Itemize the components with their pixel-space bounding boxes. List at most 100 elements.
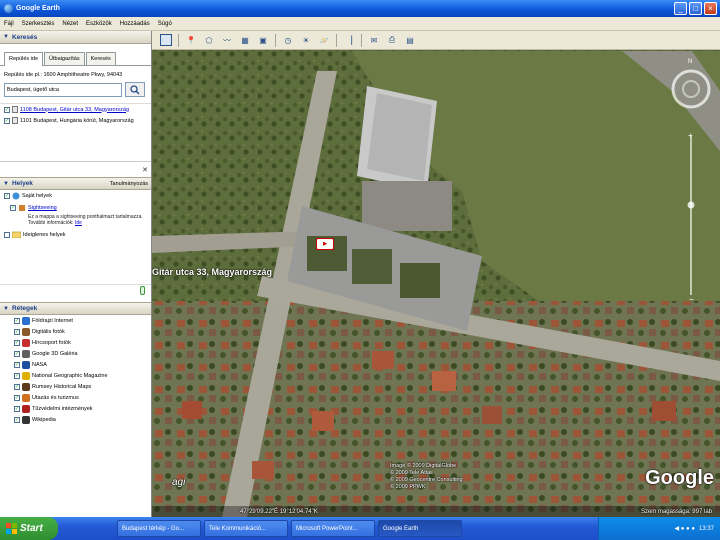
svg-text:+: + xyxy=(688,131,693,140)
ruler-icon[interactable]: ▕ xyxy=(343,34,355,46)
taskbar-window-button[interactable]: Microsoft PowerPoint... xyxy=(291,520,375,537)
menu-view[interactable]: Nézet xyxy=(58,21,82,27)
imagery-credits: Image © 2009 DigitalGlobe © 2009 Tele At… xyxy=(390,463,463,490)
tree-item[interactable]: ✓ Saját helyek xyxy=(0,190,151,202)
tree-checkbox[interactable]: ✓ xyxy=(10,205,16,211)
layer-item[interactable]: ✓ Utazás és turizmus xyxy=(10,392,151,403)
layer-icon xyxy=(22,382,30,391)
layer-item[interactable]: ✓ Wikipedia xyxy=(10,414,151,425)
layer-label: Google 3D Galéria xyxy=(32,350,78,357)
layer-item[interactable]: ✓ NASA xyxy=(10,359,151,370)
search-input[interactable] xyxy=(4,82,122,97)
tray-icons: ◀ ● ● ● xyxy=(674,526,695,532)
scroll-handle-icon[interactable] xyxy=(140,286,145,295)
layer-checkbox[interactable]: ✓ xyxy=(14,361,20,368)
result-checkbox[interactable]: ✓ xyxy=(4,117,10,124)
layer-icon xyxy=(22,338,30,347)
layer-icon xyxy=(22,349,30,358)
layer-item[interactable]: ✓ Hírcsoport fotók xyxy=(10,337,151,348)
map-view[interactable]: ▶ Gitár utca 33, Magyarország N + − agi … xyxy=(152,31,720,517)
layer-item[interactable]: ✓ Google 3D Galéria xyxy=(10,348,151,359)
sunlight-icon[interactable]: ☀ xyxy=(300,34,312,46)
globe-icon xyxy=(12,192,20,200)
layer-item[interactable]: ✓ National Geographic Magazine xyxy=(10,370,151,381)
layer-checkbox[interactable]: ✓ xyxy=(14,383,20,390)
layer-item[interactable]: ✓ Digitális fotók xyxy=(10,326,151,337)
layer-item[interactable]: ✓ Rumsey Historical Maps xyxy=(10,381,151,392)
layer-checkbox[interactable]: ✓ xyxy=(14,339,20,346)
search-button[interactable] xyxy=(125,82,145,97)
map-toolbar: 📍 ⬠ 〰 ▦ ▣ ◷ ☀ 🪐 ▕ ✉ ⎙ ▤ xyxy=(152,31,720,50)
close-results-icon[interactable]: ✕ xyxy=(142,166,148,174)
layer-checkbox[interactable]: ✓ xyxy=(14,350,20,357)
folder-icon xyxy=(12,231,21,238)
more-info-link[interactable]: Ide xyxy=(75,220,82,226)
close-button[interactable]: × xyxy=(704,2,717,15)
taskbar-window-button[interactable]: Tele Kommunikáció... xyxy=(204,520,288,537)
history-icon[interactable]: ◷ xyxy=(282,34,294,46)
path-tool-icon[interactable]: 〰 xyxy=(221,34,233,46)
compass-icon[interactable]: N + − xyxy=(670,55,712,305)
menu-add[interactable]: Hozzáadás xyxy=(116,21,154,27)
layer-label: NASA xyxy=(32,361,47,368)
result-item[interactable]: ✓ 1108 Budapest, Gitár utca 33, Magyaror… xyxy=(0,104,151,115)
layer-item[interactable]: ✓ Földrajzi Internet xyxy=(10,315,151,326)
layers-panel-header[interactable]: ▼ Rétegek xyxy=(0,302,151,315)
placemark-tool-icon[interactable]: 📍 xyxy=(185,34,197,46)
tab-find[interactable]: Keresés xyxy=(85,52,116,65)
compass-north-label: N xyxy=(688,59,692,65)
layer-checkbox[interactable]: ✓ xyxy=(14,328,20,335)
tab-fly-to[interactable]: Repülés ide xyxy=(4,52,44,66)
layer-checkbox[interactable]: ✓ xyxy=(14,416,20,423)
polygon-tool-icon[interactable]: ⬠ xyxy=(203,34,215,46)
layer-item[interactable]: ✓ Tűzvédelmi intézmények xyxy=(10,403,151,414)
menu-help[interactable]: Súgó xyxy=(154,21,176,27)
agi-logo: agi xyxy=(172,477,186,488)
tour-tool-icon[interactable]: ▣ xyxy=(257,34,269,46)
layer-checkbox[interactable]: ✓ xyxy=(14,394,20,401)
search-panel-header[interactable]: ▼ Keresés xyxy=(0,31,151,44)
maps-icon[interactable]: ▤ xyxy=(404,34,416,46)
taskbar: Start Budapest térkép - Go... Tele Kommun… xyxy=(0,517,720,540)
maximize-button[interactable]: □ xyxy=(689,2,702,15)
print-icon[interactable]: ⎙ xyxy=(386,34,398,46)
result-link[interactable]: 1108 Budapest, Gitár utca 33, Magyarorsz… xyxy=(20,107,129,113)
layer-checkbox[interactable]: ✓ xyxy=(14,317,20,324)
places-panel-header[interactable]: ▼ Helyek Tanulmányozás xyxy=(0,177,151,190)
email-icon[interactable]: ✉ xyxy=(368,34,380,46)
menu-edit[interactable]: Szerkesztés xyxy=(18,21,59,27)
minimize-button[interactable]: _ xyxy=(674,2,687,15)
collapse-arrow-icon[interactable]: ▼ xyxy=(3,181,9,187)
overlay-tool-icon[interactable]: ▦ xyxy=(239,34,251,46)
tree-checkbox[interactable] xyxy=(4,231,10,238)
planet-icon[interactable]: 🪐 xyxy=(318,34,330,46)
menu-file[interactable]: Fájl xyxy=(0,21,18,27)
tree-checkbox[interactable]: ✓ xyxy=(4,193,10,199)
start-button[interactable]: Start xyxy=(0,517,58,540)
layer-checkbox[interactable]: ✓ xyxy=(14,405,20,412)
tab-directions[interactable]: Útbaigazítás xyxy=(44,52,85,65)
result-item[interactable]: ✓ 1101 Budapest, Hungária körút, Magyaro… xyxy=(0,115,151,126)
layer-checkbox[interactable]: ✓ xyxy=(14,372,20,379)
menu-tools[interactable]: Eszközök xyxy=(82,21,116,27)
svg-text:−: − xyxy=(689,295,694,304)
tab-explore[interactable]: Tanulmányozás xyxy=(110,181,148,187)
taskbar-window-button[interactable]: Google Earth xyxy=(378,520,462,537)
tree-item[interactable]: ✓ Sightseeing xyxy=(0,202,151,214)
system-tray: ◀ ● ● ● 13:37 xyxy=(598,517,720,540)
sidebar-toggle-icon[interactable] xyxy=(160,34,172,46)
clock: 13:37 xyxy=(698,525,714,532)
collapse-arrow-icon[interactable]: ▼ xyxy=(3,306,9,312)
sightseeing-description: Ez a mappa a sightseeing ponthalmazt tar… xyxy=(28,214,143,226)
search-results: ✓ 1108 Budapest, Gitár utca 33, Magyaror… xyxy=(0,103,151,161)
tree-item[interactable]: Ideiglenes helyek xyxy=(0,229,151,240)
layer-icon xyxy=(22,316,30,325)
result-text[interactable]: 1101 Budapest, Hungária körút, Magyarors… xyxy=(20,118,134,124)
title-bar[interactable]: Google Earth _ □ × xyxy=(0,0,720,17)
collapse-arrow-icon[interactable]: ▼ xyxy=(3,34,9,40)
navigation-controls[interactable]: N + − xyxy=(670,55,712,305)
placemark-marker[interactable]: ▶ xyxy=(316,238,334,250)
placemark-icon xyxy=(12,117,18,124)
result-checkbox[interactable]: ✓ xyxy=(4,106,10,113)
taskbar-window-button[interactable]: Budapest térkép - Go... xyxy=(117,520,201,537)
